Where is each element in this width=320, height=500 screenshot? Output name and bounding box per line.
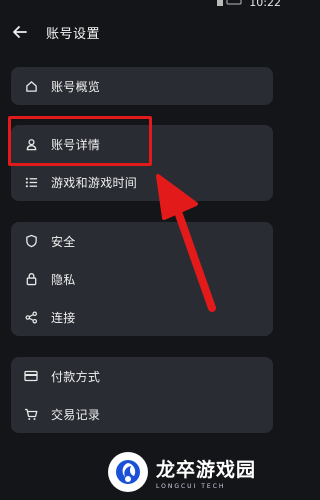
status-bar: 10:22 bbox=[0, 0, 285, 10]
menu-item-payment-methods[interactable]: 付款方式 bbox=[11, 357, 273, 395]
menu-item-transaction-history[interactable]: 交易记录 bbox=[11, 395, 273, 433]
watermark-title: 龙卒游戏园 bbox=[156, 458, 257, 481]
watermark-text: 龙卒游戏园 LONGCUI TECH bbox=[156, 455, 256, 490]
page-title: 账号设置 bbox=[46, 26, 101, 42]
menu-item-label: 安全 bbox=[51, 234, 76, 249]
menu-item-label: 账号概览 bbox=[51, 79, 101, 94]
menu-item-label: 连接 bbox=[51, 310, 76, 325]
menu-item-label: 交易记录 bbox=[51, 407, 101, 422]
share-icon bbox=[23, 309, 39, 325]
menu-item-games-and-playtime[interactable]: 游戏和游戏时间 bbox=[11, 163, 273, 201]
overview-group: 账号概览 bbox=[11, 67, 273, 105]
list-icon bbox=[23, 174, 39, 190]
watermark: 龙卒游戏园 LONGCUI TECH bbox=[102, 444, 285, 500]
status-time: 10:22 bbox=[249, 0, 281, 9]
credit-card-icon bbox=[23, 368, 39, 384]
home-icon bbox=[23, 78, 39, 94]
watermark-subtitle: LONGCUI TECH bbox=[156, 482, 226, 490]
menu-item-label: 游戏和游戏时间 bbox=[51, 175, 138, 190]
header: 账号设置 bbox=[0, 14, 285, 50]
menu-item-connections[interactable]: 连接 bbox=[11, 298, 273, 336]
back-button[interactable] bbox=[10, 22, 30, 42]
shield-icon bbox=[23, 233, 39, 249]
menu-item-label: 付款方式 bbox=[51, 369, 101, 384]
payment-group: 付款方式 交易记录 bbox=[11, 357, 273, 433]
lock-icon bbox=[23, 271, 39, 287]
security-group: 安全 隐私 连接 bbox=[11, 222, 273, 336]
pointer-arrow bbox=[156, 174, 216, 312]
highlight-box bbox=[8, 116, 152, 166]
cart-icon bbox=[23, 406, 39, 422]
status-icons bbox=[217, 0, 242, 6]
back-arrow-icon bbox=[13, 26, 27, 38]
watermark-logo-icon bbox=[108, 452, 148, 492]
menu-item-security[interactable]: 安全 bbox=[11, 222, 273, 260]
menu-item-account-overview[interactable]: 账号概览 bbox=[11, 67, 273, 105]
menu-item-label: 隐私 bbox=[51, 272, 76, 287]
menu-item-privacy[interactable]: 隐私 bbox=[11, 260, 273, 298]
